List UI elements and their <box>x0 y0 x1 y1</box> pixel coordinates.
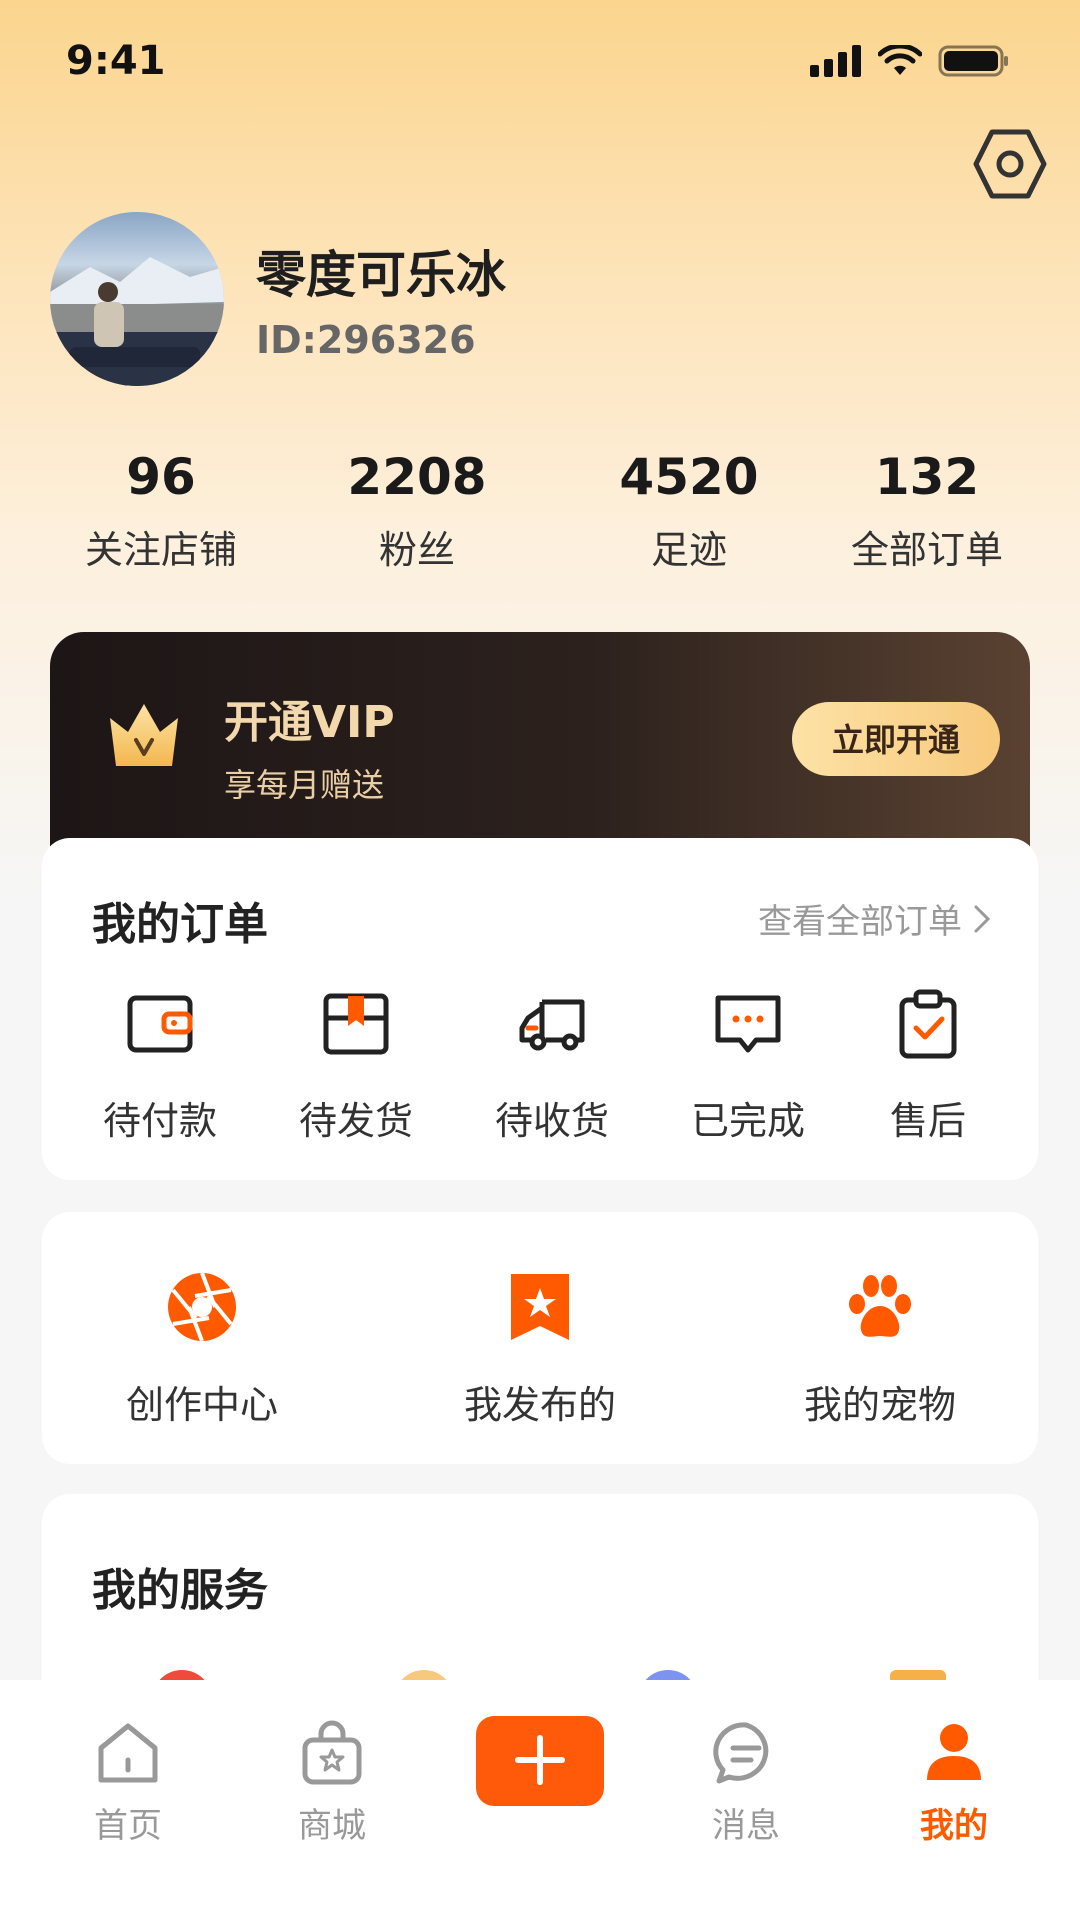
stat-fans[interactable]: 2208 粉丝 <box>302 450 532 574</box>
avatar[interactable] <box>50 212 224 386</box>
see-all-orders-link[interactable]: 查看全部订单 <box>758 894 992 943</box>
tab-label: 商城 <box>298 1806 366 1846</box>
user-icon <box>927 1724 981 1780</box>
tool-creation-center[interactable]: 创作中心 <box>82 1270 322 1429</box>
tools-card: 创作中心 我发布的 我的宠物 <box>42 1212 1038 1464</box>
message-icon <box>713 1722 769 1784</box>
username: 零度可乐冰 <box>256 246 506 304</box>
stat-label: 全部订单 <box>850 528 1003 572</box>
clipboard-check-icon <box>899 989 957 1059</box>
stats-row: 96 关注店铺 2208 粉丝 4520 足迹 132 全部订单 <box>40 450 1040 590</box>
stat-label: 足迹 <box>650 528 727 572</box>
box-icon <box>323 993 389 1055</box>
plus-icon <box>515 1734 565 1785</box>
signal-icon <box>810 45 861 77</box>
stat-value: 4520 <box>619 448 759 506</box>
tab-home[interactable]: 首页 <box>58 1720 198 1847</box>
tool-label: 我的宠物 <box>803 1383 956 1427</box>
home-icon <box>98 1723 158 1783</box>
vip-title: 开通VIP <box>224 697 395 748</box>
see-all-label: 查看全部订单 <box>758 902 962 942</box>
orders-title: 我的订单 <box>92 899 268 950</box>
tab-mall[interactable]: 商城 <box>262 1720 402 1847</box>
tab-label: 首页 <box>94 1806 162 1846</box>
stat-footprints[interactable]: 4520 足迹 <box>574 450 804 574</box>
order-label: 已完成 <box>690 1099 805 1143</box>
tool-my-posts[interactable]: 我发布的 <box>420 1270 660 1429</box>
stat-label: 关注店铺 <box>84 528 237 572</box>
stat-value: 2208 <box>347 448 487 506</box>
stat-value: 96 <box>126 448 196 506</box>
order-after-sales[interactable]: 售后 <box>838 988 1018 1145</box>
tool-label: 我发布的 <box>463 1383 616 1427</box>
tab-label: 我的 <box>920 1806 988 1846</box>
tab-messages[interactable]: 消息 <box>676 1720 816 1847</box>
activate-vip-button[interactable]: 立即开通 <box>792 702 1000 776</box>
status-icons <box>810 44 1010 78</box>
bookmark-star-icon <box>511 1274 569 1340</box>
order-label: 待付款 <box>102 1099 217 1143</box>
stat-all-orders[interactable]: 132 全部订单 <box>812 450 1042 574</box>
truck-icon <box>519 999 585 1051</box>
tool-label: 创作中心 <box>125 1383 278 1427</box>
order-label: 待收货 <box>494 1099 609 1143</box>
order-label: 待发货 <box>298 1099 413 1143</box>
battery-icon <box>938 45 1008 77</box>
tab-mine[interactable]: 我的 <box>884 1720 1024 1847</box>
chevron-right-icon <box>974 905 991 932</box>
order-label: 售后 <box>889 1099 966 1143</box>
stat-value: 132 <box>874 448 980 506</box>
create-plus-button[interactable] <box>476 1716 604 1806</box>
order-pending-payment[interactable]: 待付款 <box>70 988 250 1145</box>
paw-icon <box>849 1275 911 1337</box>
services-title: 我的服务 <box>92 1565 268 1616</box>
order-pending-shipment[interactable]: 待发货 <box>266 988 446 1145</box>
tab-label: 消息 <box>712 1806 780 1846</box>
shopping-bag-icon <box>302 1720 362 1785</box>
wallet-icon <box>127 995 193 1053</box>
settings-hexagon-icon[interactable] <box>972 126 1048 202</box>
tool-my-pets[interactable]: 我的宠物 <box>760 1270 1000 1429</box>
stat-following-stores[interactable]: 96 关注店铺 <box>46 450 276 574</box>
avatar-image <box>50 257 224 386</box>
crown-icon <box>110 704 178 766</box>
wifi-icon <box>878 45 922 75</box>
bottom-tab-bar: 首页 商城 消息 我的 <box>0 1680 1080 1920</box>
order-pending-receipt[interactable]: 待收货 <box>462 988 642 1145</box>
aperture-icon <box>168 1272 236 1342</box>
order-completed[interactable]: 已完成 <box>658 988 838 1145</box>
chat-bubble-icon <box>715 995 781 1053</box>
vip-subtitle: 享每月赠送 <box>224 766 385 804</box>
user-id: ID:296326 <box>256 318 476 362</box>
status-time: 9:41 <box>66 38 166 84</box>
stat-label: 粉丝 <box>378 528 455 572</box>
orders-card: 我的订单 查看全部订单 待付款 待发货 待收货 已完成 售后 <box>42 838 1038 1180</box>
